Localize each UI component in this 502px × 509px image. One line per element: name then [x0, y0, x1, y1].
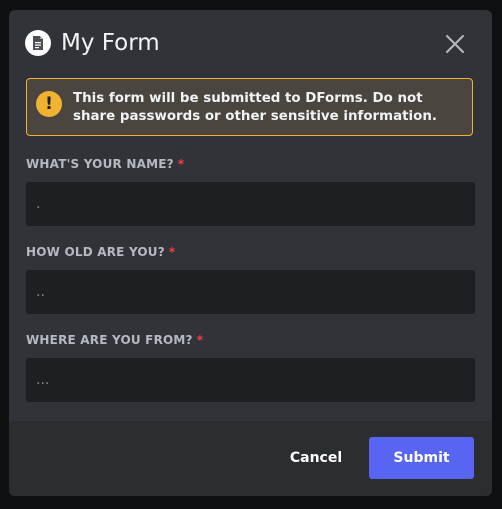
submit-button[interactable]: Submit	[369, 437, 474, 479]
document-icon	[25, 30, 51, 56]
cancel-button[interactable]: Cancel	[275, 437, 357, 479]
required-marker: *	[168, 245, 176, 259]
form-modal: My Form ! This form will be submitted to…	[9, 10, 492, 496]
age-field-label: HOW OLD ARE YOU? *	[26, 245, 175, 259]
notice-text-bold: DForms	[305, 91, 363, 106]
location-field-label: WHERE ARE YOU FROM? *	[26, 333, 203, 347]
modal-header: My Form	[9, 10, 492, 80]
warning-notice: ! This form will be submitted to DForms.…	[26, 78, 473, 136]
modal-title: My Form	[61, 30, 160, 56]
age-input[interactable]	[26, 270, 475, 314]
required-marker: *	[196, 333, 204, 347]
notice-text: This form will be submitted to DForms. D…	[73, 90, 463, 126]
age-label-text: HOW OLD ARE YOU?	[26, 245, 165, 259]
modal-footer: Cancel Submit	[9, 421, 492, 496]
location-label-text: WHERE ARE YOU FROM?	[26, 333, 193, 347]
notice-text-pre: This form will be submitted to	[73, 91, 306, 106]
name-label-text: WHAT'S YOUR NAME?	[26, 157, 174, 171]
name-field-label: WHAT'S YOUR NAME? *	[26, 157, 184, 171]
location-input[interactable]	[26, 358, 475, 402]
required-marker: *	[177, 157, 185, 171]
close-icon[interactable]	[443, 32, 467, 56]
name-input[interactable]	[26, 182, 475, 226]
warning-icon: !	[36, 91, 62, 117]
